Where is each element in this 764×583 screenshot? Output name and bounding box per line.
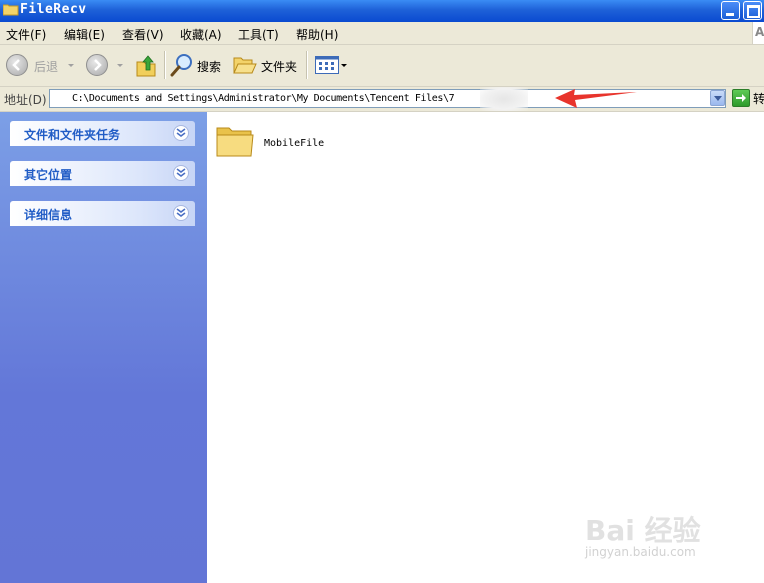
corner-glyph: A (755, 25, 764, 39)
search-button-label[interactable]: 搜索 (197, 58, 221, 75)
task-pane-section-details[interactable]: 详细信息 (10, 201, 195, 226)
section-title: 文件和文件夹任务 (24, 128, 121, 142)
folder-icon[interactable] (215, 120, 255, 160)
search-icon[interactable] (170, 53, 194, 77)
chevron-down-icon[interactable] (173, 165, 189, 181)
views-dropdown-icon[interactable] (341, 64, 347, 67)
chevron-down-icon[interactable] (173, 205, 189, 221)
up-folder-icon[interactable] (134, 52, 158, 78)
windows-logo-corner: A (752, 22, 764, 44)
task-pane-section-other-places[interactable]: 其它位置 (10, 161, 195, 186)
task-pane-section-file-tasks[interactable]: 文件和文件夹任务 (10, 121, 195, 146)
address-path[interactable]: C:\Documents and Settings\Administrator\… (72, 93, 455, 104)
watermark-url: jingyan.baidu.com (585, 545, 696, 559)
forward-arrow-icon[interactable] (86, 54, 108, 76)
go-button-label[interactable]: 转 (753, 90, 764, 107)
toolbar-separator (306, 51, 308, 79)
menu-bar: 文件(F) 编辑(E) 查看(V) 收藏(A) 工具(T) 帮助(H) (0, 22, 764, 45)
redacted-blur (480, 87, 528, 111)
address-bar: 地址(D) C:\Documents and Settings\Administ… (0, 87, 764, 112)
annotation-arrow-icon (555, 89, 637, 108)
watermark-logo: Bai 经验 (585, 514, 701, 547)
menu-tools[interactable]: 工具(T) (238, 26, 279, 43)
folders-icon[interactable] (233, 54, 257, 76)
minimize-button[interactable] (721, 1, 740, 20)
menu-view[interactable]: 查看(V) (122, 26, 164, 43)
section-title: 其它位置 (24, 168, 73, 182)
toolbar-separator (164, 51, 166, 79)
go-arrow-icon[interactable] (732, 89, 750, 107)
list-item[interactable]: MobileFile (215, 120, 375, 164)
forward-dropdown-icon[interactable] (117, 64, 123, 67)
back-arrow-icon[interactable] (6, 54, 28, 76)
folder-icon (3, 4, 19, 16)
chevron-down-icon[interactable] (173, 125, 189, 141)
folders-button-label[interactable]: 文件夹 (261, 58, 297, 75)
back-dropdown-icon[interactable] (68, 64, 74, 67)
menu-favorites[interactable]: 收藏(A) (180, 26, 222, 43)
address-label: 地址(D) (4, 93, 47, 107)
views-icon[interactable] (315, 56, 339, 74)
maximize-button[interactable] (743, 1, 762, 20)
menu-file[interactable]: 文件(F) (6, 26, 46, 43)
baidu-watermark: Bai 经验 jingyan.baidu.com (585, 505, 735, 565)
section-title: 详细信息 (24, 208, 73, 222)
file-name[interactable]: MobileFile (264, 138, 324, 149)
address-dropdown-button[interactable] (710, 90, 725, 106)
task-pane: 文件和文件夹任务 其它位置 详细信息 (0, 112, 207, 583)
title-bar: FileRecv (0, 0, 764, 22)
toolbar: 后退 搜索 文件夹 (0, 45, 764, 87)
window-title: FileRecv (20, 2, 87, 17)
menu-edit[interactable]: 编辑(E) (64, 26, 105, 43)
menu-help[interactable]: 帮助(H) (296, 26, 338, 43)
back-button-label[interactable]: 后退 (34, 58, 58, 75)
